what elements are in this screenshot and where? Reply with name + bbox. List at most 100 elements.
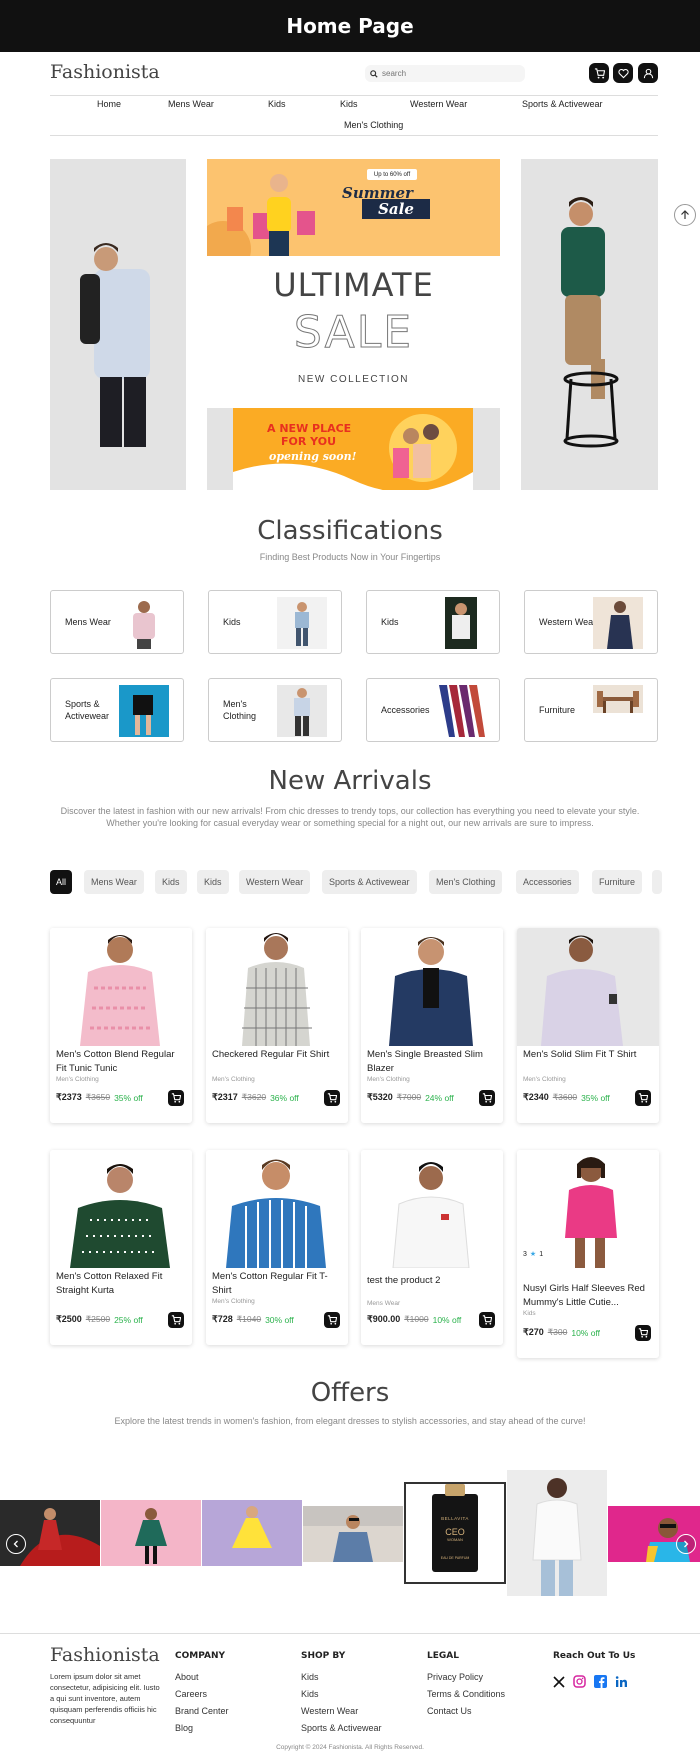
footer-logo[interactable]: Fashionista — [50, 1644, 160, 1666]
product-image — [50, 1150, 192, 1268]
carousel-prev-button[interactable] — [6, 1534, 26, 1554]
promo-banner[interactable]: A NEW PLACE FOR YOU opening soon! — [233, 408, 473, 490]
category-card-mens-wear[interactable]: Mens Wear — [50, 590, 184, 654]
cart-icon — [327, 1315, 337, 1325]
filter-furniture[interactable]: Furniture — [592, 870, 643, 894]
add-to-cart-button[interactable] — [324, 1312, 340, 1328]
add-to-cart-button[interactable] — [479, 1312, 495, 1328]
product-discount: 25% off — [114, 1314, 143, 1325]
filter-sports-activewear[interactable]: Sports & Activewear — [322, 870, 417, 894]
cart-icon — [594, 67, 605, 79]
filter-accessories[interactable]: Accessories — [516, 870, 579, 894]
category-card-furniture[interactable]: Furniture — [524, 678, 658, 742]
product-image — [206, 1150, 348, 1268]
add-to-cart-button[interactable] — [168, 1312, 184, 1328]
summer-sale-banner[interactable]: Up to 60% off Summer Sale — [195, 159, 500, 277]
offer-slide[interactable] — [0, 1500, 100, 1566]
scroll-top-button[interactable] — [674, 204, 696, 226]
account-button[interactable] — [638, 63, 658, 83]
search-input[interactable] — [382, 69, 512, 78]
perfume-bottle: BELLAVITA CEO WOMAN EAU DE PARFUM — [432, 1484, 478, 1572]
category-card-kids[interactable]: Kids — [208, 590, 342, 654]
nav-kids[interactable]: Kids — [268, 99, 286, 109]
nav-mens-wear[interactable]: Mens Wear — [168, 99, 214, 109]
footer-divider — [0, 1633, 700, 1634]
offer-slide-active[interactable]: BELLAVITA CEO WOMAN EAU DE PARFUM — [404, 1482, 506, 1584]
category-card-sports-activewear[interactable]: Sports & Activewear — [50, 678, 184, 742]
footer-link-about[interactable]: About — [175, 1672, 199, 1682]
instagram-icon[interactable] — [573, 1675, 586, 1688]
product-name: Men's Cotton Regular Fit T-Shirt — [212, 1271, 328, 1296]
search-bar[interactable] — [365, 65, 525, 82]
offer-slide[interactable] — [507, 1470, 607, 1596]
category-label: Kids — [381, 617, 399, 627]
promo-shoppers-image — [233, 414, 473, 490]
footer-link-western-wear[interactable]: Western Wear — [301, 1706, 358, 1716]
cart-button[interactable] — [589, 63, 609, 83]
add-to-cart-button[interactable] — [324, 1090, 340, 1106]
product-price-row: ₹2317 ₹3620 36% off — [206, 1092, 305, 1103]
product-card[interactable]: Checkered Regular Fit Shirt Men's Clothi… — [206, 928, 348, 1123]
footer-link-sports-activewear[interactable]: Sports & Activewear — [301, 1723, 382, 1733]
add-to-cart-button[interactable] — [168, 1090, 184, 1106]
filter-kids-2[interactable]: Kids — [197, 870, 229, 894]
product-category: Kids — [523, 1310, 536, 1317]
offer-slide[interactable] — [202, 1500, 302, 1566]
category-card-kids-2[interactable]: Kids — [366, 590, 500, 654]
footer-link-blog[interactable]: Blog — [175, 1723, 193, 1733]
product-price: ₹2373 — [56, 1092, 82, 1102]
nav-mens-clothing[interactable]: Men's Clothing — [344, 120, 403, 130]
offer-slide[interactable] — [101, 1500, 201, 1566]
nav-kids-2[interactable]: Kids — [340, 99, 358, 109]
offers-carousel[interactable]: BELLAVITA CEO WOMAN EAU DE PARFUM — [0, 1470, 700, 1598]
product-card[interactable]: 3 ★ 1 Nusyl Girls Half Sleeves Red Mummy… — [517, 1150, 659, 1358]
logo[interactable]: Fashionista — [50, 61, 160, 83]
nav-sports-activewear[interactable]: Sports & Activewear — [522, 99, 603, 109]
footer-link-terms[interactable]: Terms & Conditions — [427, 1689, 505, 1699]
product-card[interactable]: Men's Cotton Relaxed Fit Straight Kurta … — [50, 1150, 192, 1345]
product-card[interactable]: Men's Single Breasted Slim Blazer Men's … — [361, 928, 503, 1123]
product-card[interactable]: Men's Cotton Regular Fit T-Shirt Men's C… — [206, 1150, 348, 1345]
filter-western-wear[interactable]: Western Wear — [239, 870, 311, 894]
carousel-next-button[interactable] — [676, 1534, 696, 1554]
wishlist-button[interactable] — [613, 63, 633, 83]
footer-link-careers[interactable]: Careers — [175, 1689, 207, 1699]
linkedin-icon[interactable] — [615, 1675, 628, 1688]
product-card[interactable]: Men's Solid Slim Fit T Shirt Men's Cloth… — [517, 928, 659, 1123]
category-card-western-wear[interactable]: Western Wear — [524, 590, 658, 654]
filter-mens-clothing[interactable]: Men's Clothing — [429, 870, 503, 894]
rating-badge: 3 ★ 1 — [523, 1250, 543, 1259]
product-discount: 10% off — [571, 1327, 601, 1338]
product-old-price: ₹1040 — [236, 1314, 262, 1324]
nav-home[interactable]: Home — [97, 99, 121, 109]
category-card-mens-clothing[interactable]: Men's Clothing — [208, 678, 342, 742]
product-card[interactable]: test the product 2 Mens Wear ₹900.00 ₹10… — [361, 1150, 503, 1345]
chevron-left-icon — [13, 1540, 18, 1548]
footer-link-kids-2[interactable]: Kids — [301, 1689, 319, 1699]
x-twitter-icon[interactable] — [553, 1675, 565, 1688]
new-arrivals-description-1: Discover the latest in fashion with our … — [60, 806, 640, 816]
product-card[interactable]: Men's Cotton Blend Regular Fit Tunic Tun… — [50, 928, 192, 1123]
offers-title: Offers — [310, 1378, 390, 1408]
category-image — [277, 597, 327, 649]
filter-all[interactable]: All — [50, 870, 72, 894]
filter-overflow[interactable] — [652, 870, 662, 894]
cart-icon — [171, 1315, 181, 1325]
add-to-cart-button[interactable] — [479, 1090, 495, 1106]
add-to-cart-button[interactable] — [635, 1325, 651, 1341]
filter-kids[interactable]: Kids — [155, 870, 187, 894]
facebook-icon[interactable] — [594, 1675, 607, 1688]
footer-link-privacy[interactable]: Privacy Policy — [427, 1672, 483, 1682]
page-title: Home Page — [286, 14, 414, 38]
nav-western-wear[interactable]: Western Wear — [410, 99, 467, 109]
offer-slide[interactable] — [303, 1506, 403, 1562]
discount-tag: Up to 60% off — [367, 169, 417, 180]
category-card-accessories[interactable]: Accessories — [366, 678, 500, 742]
product-category: Men's Clothing — [523, 1076, 566, 1083]
product-category: Men's Clothing — [367, 1076, 410, 1083]
footer-link-contact[interactable]: Contact Us — [427, 1706, 472, 1716]
add-to-cart-button[interactable] — [635, 1090, 651, 1106]
footer-link-kids[interactable]: Kids — [301, 1672, 319, 1682]
filter-mens-wear[interactable]: Mens Wear — [84, 870, 144, 894]
footer-link-brand-center[interactable]: Brand Center — [175, 1706, 229, 1716]
